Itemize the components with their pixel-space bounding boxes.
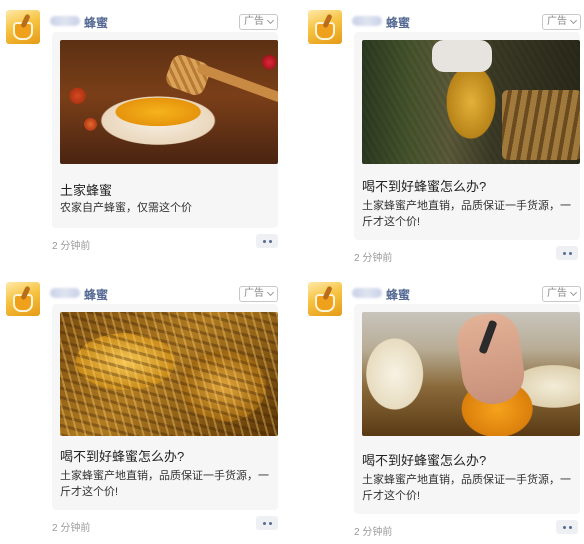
chevron-down-icon [569,16,578,25]
ad-label: 广告 [244,288,264,299]
blurred-name [50,288,80,298]
ad-title: 喝不到好蜂蜜怎么办? [60,449,185,464]
ad-description: 土家蜂蜜产地直销，品质保证一手货源，一斤才这个价! [362,200,571,228]
ad-label-button[interactable]: 广告 [542,14,581,30]
blurred-name [352,16,382,26]
ad-description: 土家蜂蜜产地直销，品质保证一手货源，一斤才这个价! [60,470,269,498]
blurred-name [352,288,382,298]
post-time: 2 分钟前 [52,523,91,534]
ad-label-button[interactable]: 广告 [542,286,581,302]
more-dots-icon[interactable] [256,516,278,530]
chevron-down-icon [569,288,578,297]
honey-jar-icon[interactable] [6,282,40,316]
blurred-name [50,16,80,26]
ad-title: 喝不到好蜂蜜怎么办? [362,179,487,194]
more-dots-icon[interactable] [556,246,578,260]
ad-title: 土家蜂蜜 [60,183,113,198]
post-time: 2 分钟前 [354,253,393,264]
post-time: 2 分钟前 [52,241,91,252]
ad-title: 喝不到好蜂蜜怎么办? [362,453,487,468]
ad-image[interactable] [362,40,580,164]
post-time: 2 分钟前 [354,527,393,538]
ad-card[interactable]: 喝不到好蜂蜜怎么办? 土家蜂蜜产地直销，品质保证一手货源，一斤才这个价! [354,32,580,240]
ad-card[interactable]: 土家蜂蜜 农家自产蜂蜜，仅需这个价 [52,32,278,228]
ad-label-button[interactable]: 广告 [239,286,278,302]
ad-label: 广告 [244,16,264,27]
account-name[interactable]: 蜂蜜 [386,14,410,31]
more-dots-icon[interactable] [556,520,578,534]
ad-label-button[interactable]: 广告 [239,14,278,30]
ad-image[interactable] [362,312,580,436]
chevron-down-icon [266,16,275,25]
honey-jar-icon[interactable] [308,282,342,316]
account-name[interactable]: 蜂蜜 [386,286,410,303]
account-name[interactable]: 蜂蜜 [84,286,108,303]
ad-description: 土家蜂蜜产地直销，品质保证一手货源，一斤才这个价! [362,474,571,502]
honey-jar-icon[interactable] [6,10,40,44]
honey-jar-icon[interactable] [308,10,342,44]
more-dots-icon[interactable] [256,234,278,248]
ad-card[interactable]: 喝不到好蜂蜜怎么办? 土家蜂蜜产地直销，品质保证一手货源，一斤才这个价! [354,304,580,514]
ad-card[interactable]: 喝不到好蜂蜜怎么办? 土家蜂蜜产地直销，品质保证一手货源，一斤才这个价! [52,304,278,510]
ad-label: 广告 [547,288,567,299]
ad-label: 广告 [547,16,567,27]
ad-description: 农家自产蜂蜜，仅需这个价 [60,202,192,214]
chevron-down-icon [266,288,275,297]
ad-image[interactable] [60,40,278,164]
ad-image[interactable] [60,312,278,436]
account-name[interactable]: 蜂蜜 [84,14,108,31]
